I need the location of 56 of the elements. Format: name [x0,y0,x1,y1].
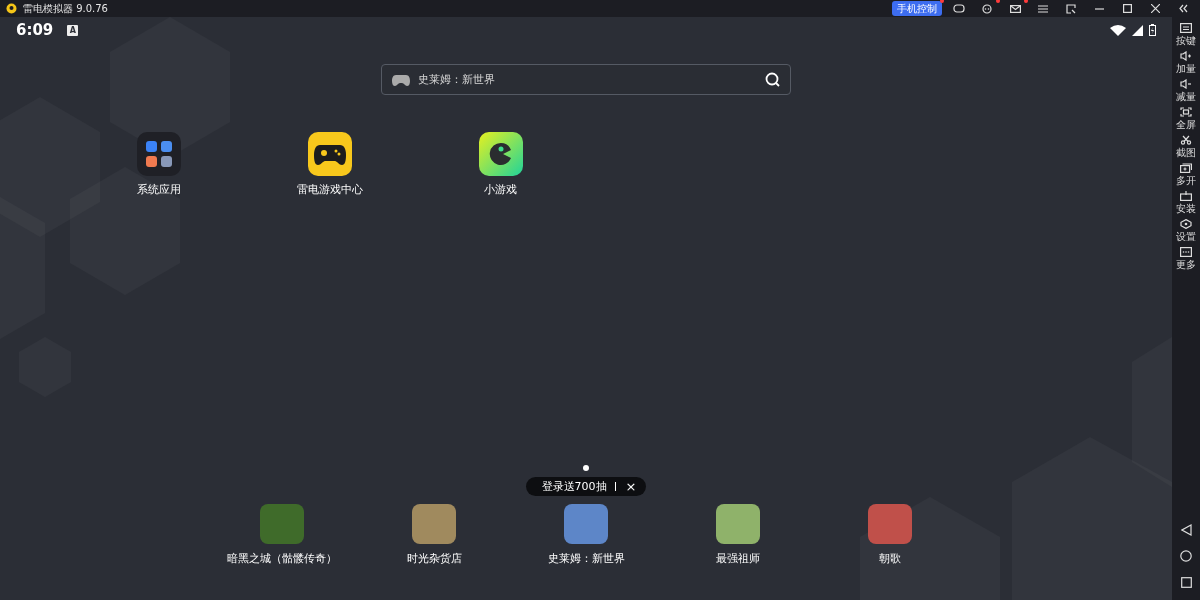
keyboard-icon [1180,23,1192,33]
maximize-icon [1122,4,1132,13]
side-tool-button[interactable]: 安装 [1172,191,1200,216]
app-shortcut[interactable]: 雷电游戏中心 [244,132,415,197]
app-folder-icon [136,132,181,176]
app-shortcut[interactable]: 小游戏 [415,132,586,197]
fullscreen-icon [1180,107,1192,117]
home-icon [1180,550,1192,562]
double-chevron-icon [1178,4,1188,13]
search-icon [765,72,780,87]
side-tool-button[interactable]: 加量 [1172,51,1200,76]
game-shortcut[interactable]: 朝歌 [814,504,966,566]
phone-control-button[interactable]: 手机控制 [892,1,942,16]
app-title: 雷电模拟器 9.0.76 [23,1,108,16]
search-bar[interactable]: 史莱姆：新世界 [381,64,791,95]
side-tool-button[interactable]: 全屏 [1172,107,1200,132]
logo-icon [6,3,17,14]
gamepad-icon [392,73,410,86]
mail-icon [1009,4,1021,13]
side-tool-button[interactable]: 更多 [1172,247,1200,272]
window-icon [1066,3,1076,14]
more-icon [1180,247,1192,257]
battery-icon [1149,24,1156,36]
nav-button[interactable] [1178,548,1194,564]
robot-icon [982,3,992,14]
side-tool-button[interactable]: 按键 [1172,23,1200,48]
side-tool-button[interactable]: 设置 [1172,219,1200,244]
settings-icon [1180,219,1192,229]
game-shortcut[interactable]: 最强祖师 [662,504,814,566]
status-time: 6:09 [16,21,54,39]
promo-text: 登录送700抽 [541,479,607,494]
gamepad-icon [953,4,965,13]
apk-install-icon [1180,191,1192,201]
mini-game-app-icon [478,132,523,176]
scissors-icon [1180,135,1192,145]
side-tool-button[interactable]: 截图 [1172,135,1200,160]
signal-icon [1132,24,1143,36]
gamepad-app-icon [307,132,352,176]
nav-button[interactable] [1178,574,1194,590]
game-shortcut[interactable]: 史莱姆：新世界 [510,504,662,566]
volume-up-icon [1180,51,1192,61]
notification-badge: A [67,24,79,36]
windows-icon [1180,163,1192,173]
close-icon [1150,4,1160,13]
recent-apps-icon [1180,576,1192,588]
search-field[interactable]: 史莱姆：新世界 [416,72,759,87]
menu-icon [1038,4,1048,13]
side-tool-button[interactable]: 多开 [1172,163,1200,188]
game-shortcut[interactable]: 时光杂货店 [358,504,510,566]
volume-down-icon [1180,79,1192,89]
back-icon [1180,524,1192,536]
game-shortcut[interactable]: 暗黑之城（骷髅传奇） [206,504,358,566]
app-shortcut[interactable]: 系统应用 [73,132,244,197]
wifi-icon [1110,24,1126,36]
close-button[interactable]: × [623,479,639,494]
side-tool-button[interactable]: 减量 [1172,79,1200,104]
